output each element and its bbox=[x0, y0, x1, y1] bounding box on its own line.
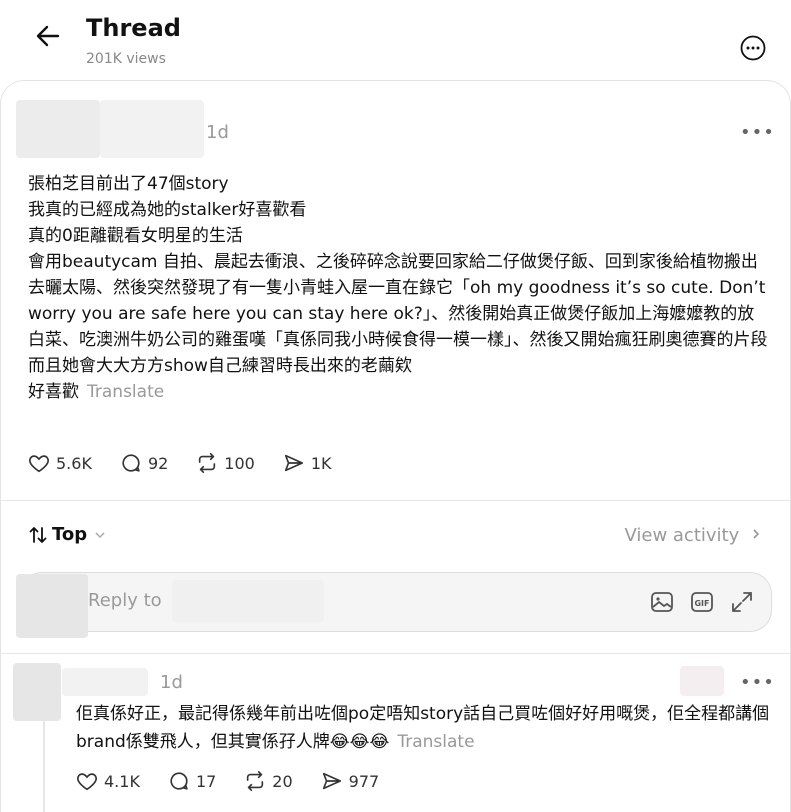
top-bar: Thread 201K views bbox=[0, 0, 791, 82]
post-text: 張柏芝目前出了47個story 我真的已經成為她的stalker好喜歡看 真的0… bbox=[28, 174, 768, 402]
comment-reply-button[interactable]: 17 bbox=[168, 770, 216, 792]
username-redacted[interactable] bbox=[100, 100, 204, 158]
share-icon bbox=[322, 772, 341, 790]
divider bbox=[0, 500, 791, 501]
reply-placeholder[interactable]: Reply to bbox=[88, 590, 162, 611]
comment-repost-count: 20 bbox=[272, 771, 293, 791]
comment-share-button[interactable]: 977 bbox=[321, 770, 380, 792]
sort-icon bbox=[29, 526, 47, 543]
back-arrow-icon[interactable] bbox=[34, 22, 62, 50]
repost-button[interactable]: 100 bbox=[196, 452, 255, 474]
chevron-down-icon bbox=[95, 531, 105, 538]
comment-icon bbox=[122, 454, 140, 472]
more-options-icon[interactable] bbox=[740, 35, 766, 61]
thread-line bbox=[43, 700, 45, 812]
heart-icon bbox=[29, 455, 49, 473]
repost-count: 100 bbox=[224, 453, 255, 473]
comment-avatar[interactable] bbox=[13, 663, 61, 721]
share-count: 1K bbox=[310, 453, 332, 473]
svg-text:GIF: GIF bbox=[694, 599, 709, 608]
avatar[interactable] bbox=[16, 100, 100, 158]
comment-icon bbox=[170, 772, 188, 790]
like-button[interactable]: 5.6K bbox=[28, 452, 92, 474]
reply-username-redacted bbox=[172, 580, 324, 622]
image-icon[interactable] bbox=[650, 590, 674, 614]
post-actions: 5.6K 92 100 1K bbox=[28, 452, 360, 474]
comment-translate-link[interactable]: Translate bbox=[397, 732, 474, 752]
sort-dropdown[interactable]: Top bbox=[28, 524, 107, 545]
heart-icon bbox=[77, 773, 97, 791]
sort-label: Top bbox=[52, 524, 88, 545]
share-button[interactable]: 1K bbox=[283, 452, 332, 474]
view-activity-link[interactable]: View activity bbox=[624, 525, 763, 546]
comment-share-count: 977 bbox=[348, 771, 380, 791]
comment-reply-count: 17 bbox=[195, 771, 217, 791]
like-count: 5.6K bbox=[56, 453, 92, 473]
comment-username-redacted[interactable] bbox=[62, 668, 148, 696]
gif-icon[interactable]: GIF bbox=[690, 590, 714, 614]
reply-avatar bbox=[16, 574, 88, 638]
repost-icon bbox=[199, 453, 216, 473]
chevron-right-icon bbox=[753, 529, 760, 539]
comment-badge-redacted bbox=[680, 666, 724, 696]
repost-icon bbox=[247, 771, 264, 791]
comment-button[interactable]: 92 bbox=[120, 452, 168, 474]
share-icon bbox=[284, 454, 303, 472]
comment-body: 佢真係好正，最記得係幾年前出咗個po定唔知story話自己買咗個好好用嘅煲，佢全… bbox=[76, 700, 776, 756]
post-body: 張柏芝目前出了47個story 我真的已經成為她的stalker好喜歡看 真的0… bbox=[28, 171, 768, 405]
post-time: 1d bbox=[206, 122, 229, 143]
view-activity-label: View activity bbox=[624, 525, 740, 546]
view-count: 201K views bbox=[86, 51, 166, 67]
post-menu-icon[interactable]: ••• bbox=[740, 122, 775, 143]
comment-actions: 4.1K 17 20 977 bbox=[76, 770, 407, 792]
page-title: Thread bbox=[86, 14, 181, 42]
expand-icon[interactable] bbox=[730, 590, 754, 614]
comment-like-count: 4.1K bbox=[104, 771, 140, 791]
comment-repost-button[interactable]: 20 bbox=[244, 770, 293, 792]
translate-link[interactable]: Translate bbox=[87, 382, 164, 402]
divider bbox=[0, 653, 791, 654]
comment-menu-icon[interactable]: ••• bbox=[740, 672, 775, 693]
comment-time: 1d bbox=[160, 672, 183, 693]
comment-like-button[interactable]: 4.1K bbox=[76, 770, 140, 792]
comment-count: 92 bbox=[147, 453, 169, 473]
